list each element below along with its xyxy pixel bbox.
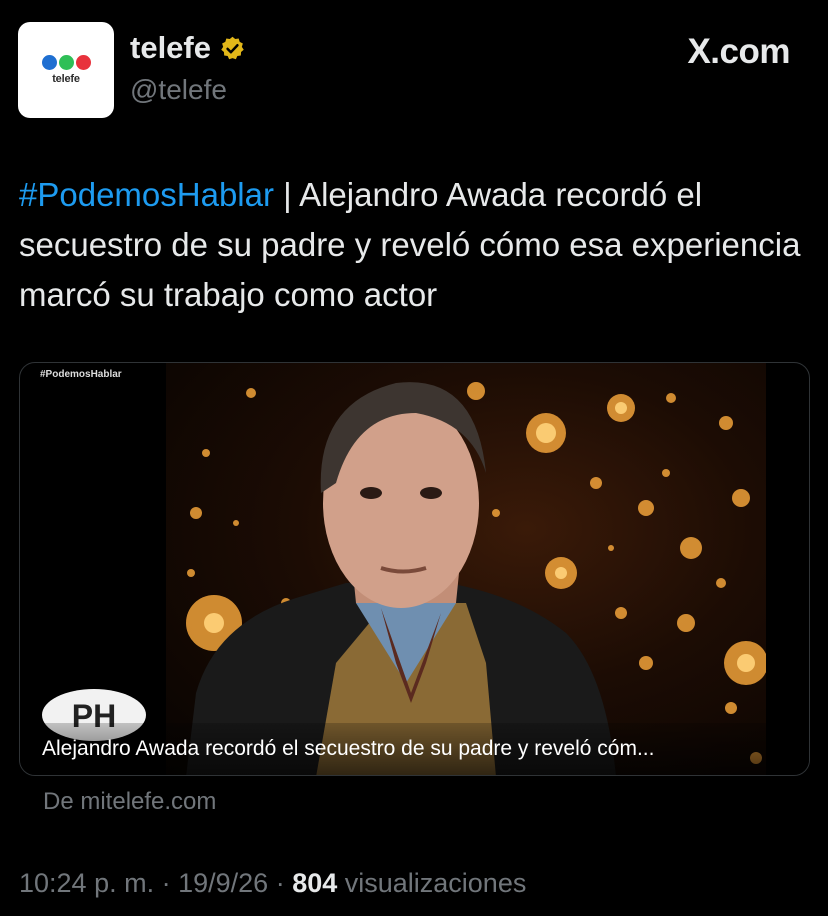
- tweet-meta: 10:24 p. m. · 19/9/26 · 804 visualizacio…: [19, 868, 526, 899]
- tweet-date[interactable]: 19/9/26: [178, 868, 268, 898]
- card-caption: Alejandro Awada recordó el secuestro de …: [42, 737, 655, 760]
- avatar-logo-text: telefe: [52, 73, 80, 85]
- author-name-row[interactable]: telefe: [130, 30, 246, 66]
- link-preview-card[interactable]: #PodemosHablar PH Alejandro Awada record…: [19, 362, 810, 776]
- card-source-link[interactable]: De mitelefe.com: [43, 788, 216, 816]
- tweet-time[interactable]: 10:24 p. m.: [19, 868, 154, 898]
- x-brand-logo: X.com: [687, 32, 790, 71]
- telefe-logo-icon: [41, 55, 91, 70]
- program-hashtag-overlay: #PodemosHablar: [40, 369, 122, 380]
- verified-badge-icon: [221, 36, 244, 59]
- video-thumbnail: [166, 363, 766, 775]
- meta-separator: ·: [268, 868, 293, 898]
- tweet-text: #PodemosHablar | Alejandro Awada recordó…: [19, 170, 809, 320]
- views-label: visualizaciones: [337, 868, 527, 898]
- telefe-avatar[interactable]: telefe: [18, 22, 114, 118]
- tweet-screenshot: telefe telefe @telefe X.com #PodemosHabl…: [0, 0, 828, 916]
- interviewee-figure: [186, 382, 616, 775]
- hashtag-link[interactable]: #PodemosHablar: [19, 176, 274, 213]
- author-handle[interactable]: @telefe: [130, 74, 227, 106]
- meta-separator: ·: [154, 868, 179, 898]
- views-count: 804: [292, 868, 338, 898]
- display-name[interactable]: telefe: [130, 30, 211, 66]
